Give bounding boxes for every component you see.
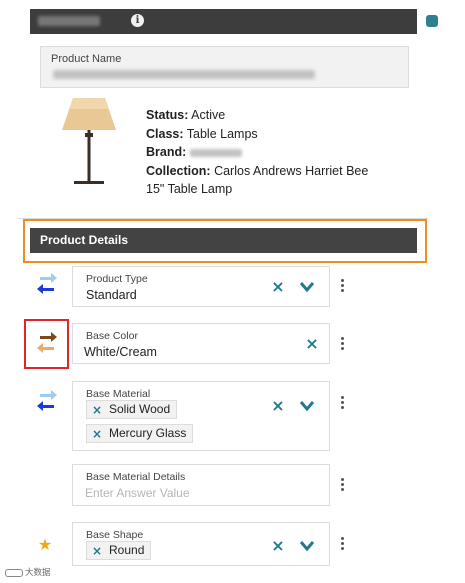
product-type-value: Standard [86, 288, 137, 302]
clear-icon[interactable]: × [271, 538, 285, 554]
status-label: Status: [146, 108, 189, 122]
product-name-box: Product Name [40, 46, 409, 88]
collection-line: Collection: Carlos Andrews Harriet Bee 1… [146, 162, 386, 199]
base-shape-field[interactable]: Base Shape × Round × [72, 522, 330, 566]
clear-icon[interactable]: × [305, 336, 319, 352]
sync-arrows-icon[interactable] [36, 273, 58, 295]
class-value: Table Lamps [186, 126, 258, 141]
class-line: Class: Table Lamps [146, 125, 386, 144]
brand-value-redacted [190, 148, 243, 157]
panel-title-redacted [38, 16, 100, 26]
base-material-details-field[interactable]: Base Material Details Enter Answer Value [72, 464, 330, 506]
watermark-text: 大数据 [25, 567, 51, 577]
star-icon: ★ [37, 535, 53, 554]
more-options-icon[interactable] [341, 279, 345, 293]
sync-arrows-icon[interactable] [36, 332, 58, 354]
status-line: Status: Active [146, 106, 386, 125]
base-color-label: Base Color [86, 330, 138, 342]
product-summary: Status: Active Class: Table Lamps Brand:… [146, 106, 386, 199]
more-options-icon[interactable] [341, 337, 345, 351]
tag-label: Round [109, 543, 145, 557]
more-options-icon[interactable] [341, 478, 345, 492]
base-shape-label: Base Shape [86, 529, 144, 541]
more-options-icon[interactable] [341, 537, 345, 551]
watermark-logo [5, 568, 23, 577]
chevron-down-icon[interactable] [299, 400, 315, 412]
base-color-value: White/Cream [84, 345, 157, 359]
tag-label: Mercury Glass [109, 426, 187, 440]
watermark: 大数据 [5, 566, 51, 578]
tag-chip[interactable]: × Solid Wood [86, 400, 178, 419]
answer-input-placeholder[interactable]: Enter Answer Value [85, 486, 190, 500]
chevron-down-icon[interactable] [299, 281, 315, 293]
product-name-value-redacted [53, 70, 315, 79]
settings-icon[interactable] [426, 15, 438, 27]
remove-tag-icon[interactable]: × [92, 543, 102, 560]
brand-line: Brand: [146, 143, 386, 162]
status-value: Active [191, 108, 226, 122]
more-options-icon[interactable] [341, 396, 345, 410]
product-name-label: Product Name [51, 53, 122, 65]
remove-tag-icon[interactable]: × [92, 402, 102, 419]
clear-icon[interactable]: × [271, 398, 285, 414]
clear-icon[interactable]: × [271, 279, 285, 295]
product-image [62, 98, 116, 184]
brand-label: Brand: [146, 145, 187, 160]
product-type-field[interactable]: Product Type Standard × [72, 266, 330, 307]
tag-chip[interactable]: × Round [86, 541, 152, 560]
base-material-details-label: Base Material Details [86, 471, 186, 483]
base-material-field[interactable]: Base Material × Solid Wood × Mercury Glass… [72, 381, 330, 451]
panel-header: i [30, 9, 438, 34]
base-material-label: Base Material [86, 388, 151, 400]
sync-arrows-icon[interactable] [36, 390, 58, 412]
tag-chip[interactable]: × Mercury Glass [86, 424, 194, 443]
remove-tag-icon[interactable]: × [92, 426, 102, 443]
product-type-label: Product Type [86, 273, 148, 285]
class-label: Class: [146, 126, 184, 141]
chevron-down-icon[interactable] [299, 540, 315, 552]
annotation-orange-outline [23, 219, 427, 263]
base-color-field[interactable]: Base Color White/Cream × [72, 323, 330, 364]
info-icon[interactable]: i [131, 14, 144, 27]
tag-label: Solid Wood [109, 402, 171, 416]
collection-label: Collection: [146, 163, 211, 178]
